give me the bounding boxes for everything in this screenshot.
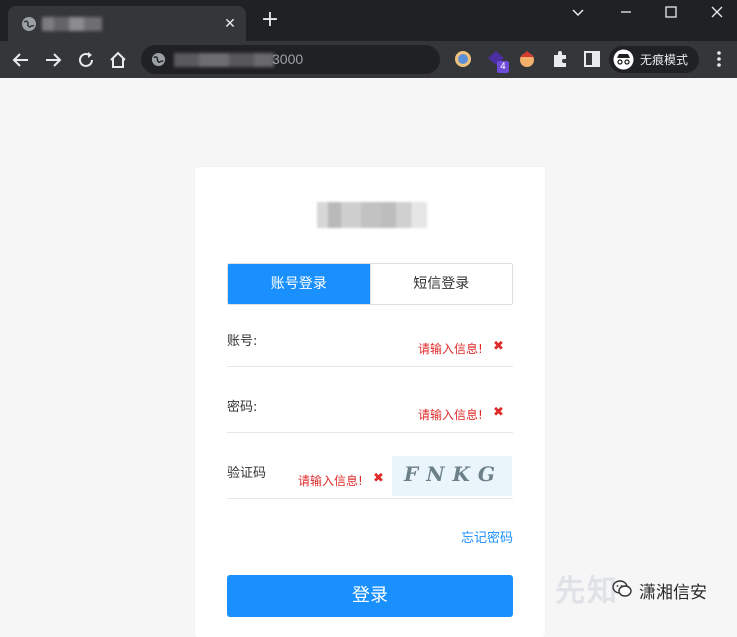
chevron-down-icon xyxy=(572,9,584,17)
extension-circle-icon[interactable] xyxy=(453,49,473,69)
password-clear-icon[interactable]: ✖ xyxy=(493,405,504,420)
minimize-icon xyxy=(621,11,631,13)
account-input[interactable] xyxy=(277,330,411,360)
captcha-error: 请输入信息! xyxy=(298,474,363,488)
tab-close-icon[interactable]: ✕ xyxy=(222,16,238,32)
captcha-image[interactable]: FNKG xyxy=(392,456,512,496)
address-bar[interactable]: 3000 xyxy=(141,45,440,74)
password-field: 密码: 请输入信息! ✖ xyxy=(227,396,513,433)
login-submit-button[interactable]: 登录 xyxy=(227,575,513,617)
captcha-input[interactable] xyxy=(267,462,291,492)
puzzle-icon[interactable] xyxy=(550,49,570,69)
watermark-text: 先知 xyxy=(555,574,619,609)
globe-icon xyxy=(22,17,36,31)
forward-arrow-icon[interactable] xyxy=(42,49,64,71)
account-error: 请输入信息! xyxy=(418,342,483,356)
password-error: 请输入信息! xyxy=(418,408,483,422)
site-info-icon[interactable] xyxy=(151,52,166,67)
incognito-indicator[interactable]: 无痕模式 xyxy=(609,46,699,73)
extension-avatar-icon[interactable] xyxy=(517,49,537,69)
tab-search-icon[interactable] xyxy=(563,4,593,24)
logo-redacted xyxy=(317,202,427,228)
login-tabs: 账号登录 短信登录 xyxy=(227,263,513,305)
tab-title-redacted xyxy=(42,17,102,31)
tab-sms-login[interactable]: 短信登录 xyxy=(369,264,512,304)
close-icon xyxy=(711,6,723,18)
tab-account-login[interactable]: 账号登录 xyxy=(228,264,370,304)
side-panel-icon[interactable] xyxy=(582,49,602,69)
extension-badge-count: 4 xyxy=(497,61,509,73)
new-tab-button[interactable]: + xyxy=(260,9,280,31)
browser-tabstrip: ✕ + xyxy=(0,0,737,41)
browser-toolbar: 3000 4 无痕模式 xyxy=(0,41,737,78)
account-field: 账号: 请输入信息! ✖ xyxy=(227,330,513,367)
captcha-clear-icon[interactable]: ✖ xyxy=(373,471,384,486)
captcha-text: FNKG xyxy=(404,462,503,486)
browser-tab[interactable]: ✕ xyxy=(8,6,246,41)
url-port-text: 3000 xyxy=(272,51,304,67)
incognito-label: 无痕模式 xyxy=(640,53,689,67)
login-card: 账号登录 短信登录 账号: 请输入信息! ✖ 密码: 请输入信息! ✖ 验证码 … xyxy=(195,167,545,637)
wechat-account-name: 潇湘信安 xyxy=(639,583,707,603)
url-redacted xyxy=(174,53,274,67)
forgot-password-link[interactable]: 忘记密码 xyxy=(461,527,513,546)
incognito-icon xyxy=(613,49,634,70)
account-label: 账号: xyxy=(227,334,258,349)
reload-icon[interactable] xyxy=(75,49,97,71)
account-clear-icon[interactable]: ✖ xyxy=(493,339,504,354)
maximize-icon xyxy=(665,6,677,18)
back-arrow-icon[interactable] xyxy=(10,49,32,71)
password-input[interactable] xyxy=(277,396,411,426)
extension-badge-icon[interactable]: 4 xyxy=(486,49,509,73)
home-icon[interactable] xyxy=(107,49,129,71)
wechat-icon xyxy=(612,580,632,597)
captcha-label: 验证码 xyxy=(227,466,267,481)
minimize-button[interactable] xyxy=(611,4,641,24)
more-menu-icon[interactable] xyxy=(709,49,729,69)
window-close-button[interactable] xyxy=(702,4,732,24)
maximize-button[interactable] xyxy=(656,4,686,24)
password-label: 密码: xyxy=(227,400,258,415)
